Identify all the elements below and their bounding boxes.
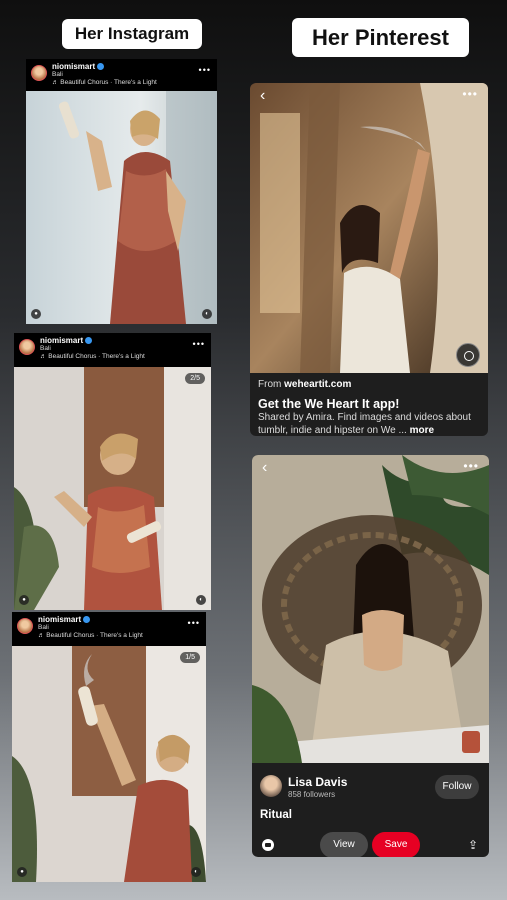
sound-icon[interactable]: ◐ <box>196 595 206 605</box>
back-icon[interactable]: ‹ <box>260 87 265 105</box>
username: niomismart <box>52 62 96 71</box>
tagged-users-icon[interactable]: ● <box>31 309 41 319</box>
post-image[interactable] <box>12 646 206 882</box>
carousel-counter: 2/5 <box>185 373 205 384</box>
woman-with-sage-photo <box>14 367 211 610</box>
author-name[interactable]: Lisa Davis <box>288 775 347 789</box>
username-link[interactable]: niomismart <box>52 62 217 71</box>
author-avatar[interactable] <box>260 775 282 797</box>
location[interactable]: Bali <box>38 624 206 632</box>
woman-with-sage-photo <box>252 455 489 763</box>
username: niomismart <box>38 615 82 624</box>
avatar[interactable] <box>31 65 47 81</box>
woman-with-sage-photo <box>250 83 488 373</box>
visual-search-icon[interactable] <box>456 343 480 367</box>
verified-icon <box>97 63 105 70</box>
source-site: weheartit.com <box>284 379 352 390</box>
verified-icon <box>83 616 91 623</box>
description-text: Shared by Amira. Find images and videos … <box>258 412 471 436</box>
pin-source[interactable]: From weheartit.com <box>258 379 351 390</box>
source-prefix: From <box>258 379 285 390</box>
more-options-icon[interactable]: ••• <box>463 459 479 473</box>
share-icon[interactable]: ⇪ <box>468 838 478 852</box>
post-header: niomismart Bali ♬ Beautiful Chorus · The… <box>12 612 206 640</box>
post-image[interactable] <box>14 367 211 610</box>
pinterest-pin[interactable]: ‹ ••• From weheartit.com Get the We Hear… <box>250 83 488 436</box>
back-icon[interactable]: ‹ <box>262 459 267 477</box>
avatar[interactable] <box>17 618 33 634</box>
woman-with-sage-photo <box>12 646 206 882</box>
more-link[interactable]: more <box>410 425 434 436</box>
instagram-post[interactable]: niomismart Bali ♬ Beautiful Chorus · The… <box>26 59 217 324</box>
instagram-post[interactable]: niomismart Bali ♬ Beautiful Chorus · The… <box>14 333 211 610</box>
location[interactable]: Bali <box>40 345 211 353</box>
music-label[interactable]: ♬ Beautiful Chorus · There's a Light <box>52 79 217 87</box>
pinterest-section-label: Her Pinterest <box>292 18 469 57</box>
post-header: niomismart Bali ♬ Beautiful Chorus · The… <box>14 333 211 361</box>
username: niomismart <box>40 336 84 345</box>
more-options-icon[interactable]: ••• <box>199 65 211 75</box>
follow-button[interactable]: Follow <box>435 775 479 799</box>
more-options-icon[interactable]: ••• <box>462 87 478 101</box>
tagged-users-icon[interactable]: ● <box>17 867 27 877</box>
pin-image[interactable] <box>250 83 488 373</box>
post-image[interactable] <box>26 91 217 324</box>
comment-icon[interactable] <box>262 839 274 851</box>
sound-icon[interactable]: ◐ <box>202 309 212 319</box>
more-options-icon[interactable]: ••• <box>193 339 205 349</box>
woman-with-sage-photo <box>26 91 217 324</box>
pin-action-bar: View Save ⇪ <box>252 832 489 857</box>
pin-description: Shared by Amira. Find images and videos … <box>258 411 480 436</box>
username-link[interactable]: niomismart <box>40 336 211 345</box>
view-button[interactable]: View <box>320 832 368 857</box>
save-button[interactable]: Save <box>372 832 420 857</box>
pin-title[interactable]: Get the We Heart It app! <box>258 397 399 411</box>
avatar[interactable] <box>19 339 35 355</box>
carousel-counter: 1/5 <box>180 652 200 663</box>
pinterest-pin[interactable]: ‹ ••• Lisa Davis 858 followers Follow Ri… <box>252 455 489 857</box>
instagram-post[interactable]: niomismart Bali ♬ Beautiful Chorus · The… <box>12 612 206 882</box>
username-link[interactable]: niomismart <box>38 615 206 624</box>
post-header: niomismart Bali ♬ Beautiful Chorus · The… <box>26 59 217 87</box>
pin-image[interactable] <box>252 455 489 763</box>
music-label[interactable]: ♬ Beautiful Chorus · There's a Light <box>38 632 206 640</box>
verified-icon <box>85 337 93 344</box>
sound-icon[interactable]: ◐ <box>191 867 201 877</box>
instagram-section-label: Her Instagram <box>62 19 202 49</box>
follower-count: 858 followers <box>288 790 336 799</box>
location[interactable]: Bali <box>52 71 217 79</box>
music-label[interactable]: ♬ Beautiful Chorus · There's a Light <box>40 353 211 361</box>
more-options-icon[interactable]: ••• <box>188 618 200 628</box>
board-name[interactable]: Ritual <box>260 809 292 821</box>
tagged-users-icon[interactable]: ● <box>19 595 29 605</box>
